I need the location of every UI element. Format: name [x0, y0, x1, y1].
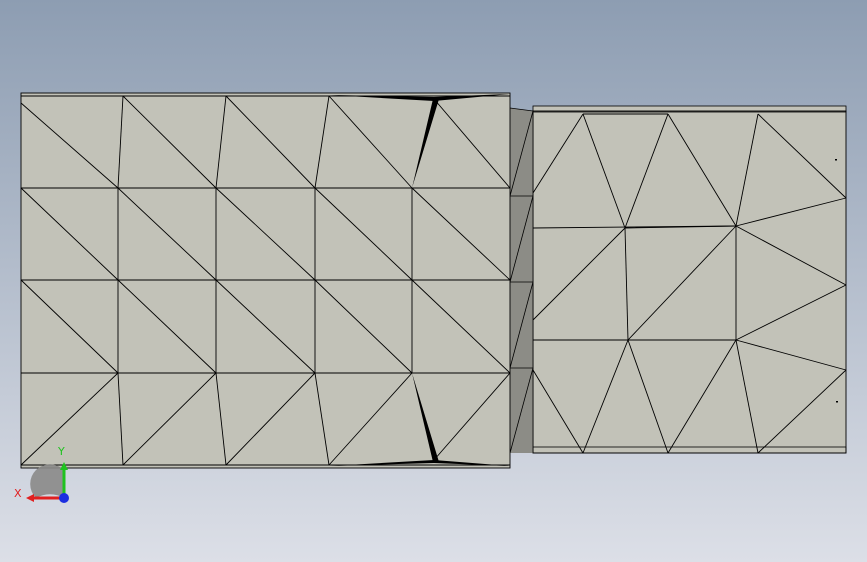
- z-axis-dot-icon: [59, 493, 69, 503]
- y-axis-head-icon: [60, 462, 68, 470]
- left-block-face: [21, 93, 510, 468]
- x-axis-label: X: [14, 487, 22, 500]
- side-face: [509, 107, 534, 454]
- graphics-viewport[interactable]: X Y: [0, 0, 867, 562]
- model-view[interactable]: [0, 0, 867, 562]
- x-axis-head-icon: [26, 494, 34, 502]
- right-block[interactable]: [532, 105, 847, 454]
- axis-triad: X Y: [14, 445, 69, 503]
- y-axis-label: Y: [57, 445, 65, 458]
- right-block-face: [533, 111, 846, 453]
- triad-base-icon: [30, 464, 65, 498]
- left-block[interactable]: [20, 92, 511, 469]
